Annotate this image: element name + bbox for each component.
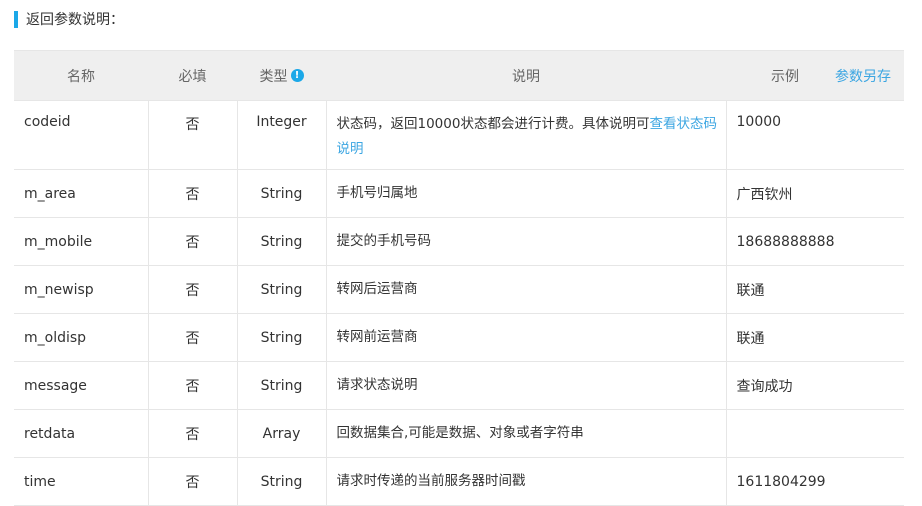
header-name: 名称 — [14, 50, 148, 101]
param-description: 请求状态说明 — [325, 361, 727, 410]
param-type: String — [236, 217, 327, 266]
header-example-label: 示例 — [771, 68, 799, 85]
param-name: time — [14, 457, 149, 506]
param-type: String — [236, 313, 327, 362]
header-required: 必填 — [148, 50, 237, 101]
param-type: String — [236, 265, 327, 314]
param-name: message — [14, 361, 149, 410]
param-example: 18688888888 — [725, 217, 904, 266]
param-name: codeid — [14, 100, 149, 170]
param-description: 回数据集合,可能是数据、对象或者字符串 — [325, 409, 727, 458]
header-description: 说明 — [326, 50, 726, 101]
param-example: 查询成功 — [725, 361, 904, 410]
title-accent-bar — [14, 10, 18, 28]
param-name: m_newisp — [14, 265, 149, 314]
param-name: retdata — [14, 409, 149, 458]
header-example: 示例 参数另存 — [726, 50, 904, 101]
param-required: 否 — [147, 457, 238, 506]
param-name: m_oldisp — [14, 313, 149, 362]
header-type-label: 类型 — [259, 68, 288, 85]
table-row: time 否 String 请求时传递的当前服务器时间戳 1611804299 — [14, 457, 904, 506]
param-type: Integer — [236, 100, 327, 170]
param-example: 联通 — [725, 265, 904, 314]
return-params-table: 名称 必填 类型! 说明 示例 参数另存 codeid 否 Integer 状态… — [14, 50, 904, 506]
table-row: codeid 否 Integer 状态码，返回10000状态都会进行计费。具体说… — [14, 100, 904, 170]
param-example — [725, 409, 904, 458]
param-required: 否 — [147, 265, 238, 314]
param-example: 广西钦州 — [725, 169, 904, 218]
param-example: 联通 — [725, 313, 904, 362]
param-required: 否 — [147, 217, 238, 266]
param-description: 转网前运营商 — [325, 313, 727, 362]
param-description-text: 状态码，返回10000状态都会进行计费。具体说明可 — [336, 116, 650, 132]
table-row: m_oldisp 否 String 转网前运营商 联通 — [14, 313, 904, 362]
table-row: retdata 否 Array 回数据集合,可能是数据、对象或者字符串 — [14, 409, 904, 458]
table-row: m_mobile 否 String 提交的手机号码 18688888888 — [14, 217, 904, 266]
param-required: 否 — [147, 169, 238, 218]
info-icon[interactable]: ! — [290, 68, 304, 82]
header-type: 类型! — [237, 50, 326, 101]
param-name: m_mobile — [14, 217, 149, 266]
param-type: String — [236, 169, 327, 218]
param-description: 手机号归属地 — [325, 169, 727, 218]
save-params-link[interactable]: 参数另存 — [835, 66, 891, 86]
param-type: Array — [236, 409, 327, 458]
param-example: 10000 — [725, 100, 904, 170]
param-required: 否 — [147, 313, 238, 362]
param-example: 1611804299 — [725, 457, 904, 506]
table-row: message 否 String 请求状态说明 查询成功 — [14, 361, 904, 410]
param-description: 状态码，返回10000状态都会进行计费。具体说明可查看状态码说明 — [325, 100, 727, 170]
table-row: m_area 否 String 手机号归属地 广西钦州 — [14, 169, 904, 218]
table-header-row: 名称 必填 类型! 说明 示例 参数另存 — [14, 50, 904, 101]
param-description: 提交的手机号码 — [325, 217, 727, 266]
param-required: 否 — [147, 409, 238, 458]
param-type: String — [236, 361, 327, 410]
param-required: 否 — [147, 361, 238, 410]
param-required: 否 — [147, 100, 238, 170]
table-row: m_newisp 否 String 转网后运营商 联通 — [14, 265, 904, 314]
param-type: String — [236, 457, 327, 506]
section-title: 返回参数说明： — [14, 10, 124, 28]
param-name: m_area — [14, 169, 149, 218]
param-description: 转网后运营商 — [325, 265, 727, 314]
param-description: 请求时传递的当前服务器时间戳 — [325, 457, 727, 506]
section-title-text: 返回参数说明： — [26, 12, 124, 28]
